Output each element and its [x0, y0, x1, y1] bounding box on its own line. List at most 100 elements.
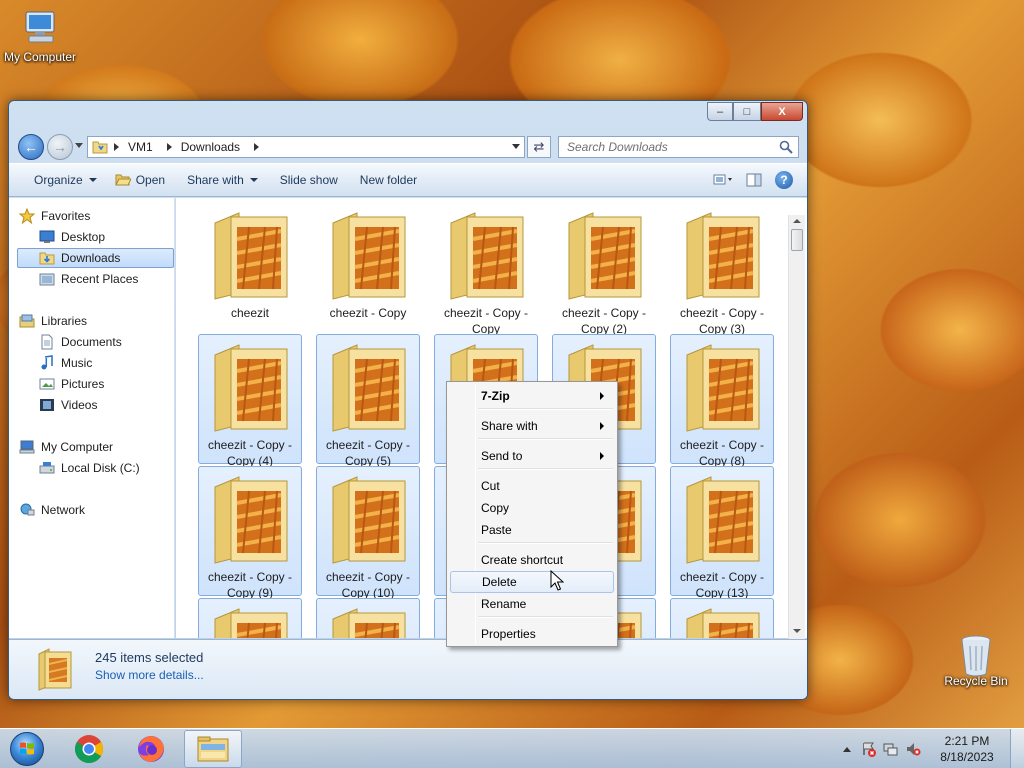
mouse-cursor-icon	[550, 570, 564, 591]
menu-item-send-to[interactable]: Send to	[450, 445, 614, 467]
scroll-up-arrow[interactable]	[793, 219, 801, 223]
desktop-icon-recycle-bin[interactable]: Recycle Bin	[936, 632, 1016, 688]
menu-item-paste[interactable]: Paste	[450, 519, 614, 541]
menu-item-properties[interactable]: Properties	[450, 623, 614, 645]
address-bar[interactable]: VM1 Downloads	[87, 136, 525, 158]
view-controls: ?	[705, 170, 795, 190]
clock[interactable]: 2:21 PM 8/18/2023	[928, 733, 1006, 765]
nav-documents[interactable]: Documents	[39, 332, 122, 352]
folder-label: cheezit - Copy - Copy (9)	[207, 570, 293, 600]
clock-time: 2:21 PM	[944, 734, 990, 748]
search-icon[interactable]	[779, 140, 793, 154]
menu-separator	[478, 542, 613, 544]
breadcrumb-separator[interactable]	[114, 143, 119, 151]
submenu-arrow-icon	[600, 392, 604, 400]
folder-item[interactable]: cheezit - Copy - Copy (8)	[670, 334, 774, 468]
nav-my-computer[interactable]: My Computer	[19, 437, 113, 457]
folder-item[interactable]	[316, 598, 420, 638]
windows-logo-icon	[10, 732, 44, 766]
organize-button[interactable]: Organize	[25, 169, 106, 191]
share-with-button[interactable]: Share with	[178, 169, 267, 191]
nav-videos[interactable]: Videos	[39, 395, 97, 415]
folder-item[interactable]: cheezit - Copy - Copy (4)	[198, 334, 302, 468]
folder-icon	[332, 608, 406, 638]
folder-label: cheezit - Copy - Copy (8)	[679, 438, 765, 468]
menu-item-cut[interactable]: Cut	[450, 475, 614, 497]
help-button[interactable]: ?	[773, 170, 795, 190]
folder-item[interactable]: cheezit	[198, 202, 302, 332]
address-history-dropdown[interactable]	[512, 144, 520, 149]
title-bar[interactable]: – □ X	[9, 101, 807, 131]
folder-item[interactable]: cheezit - Copy - Copy (10)	[316, 466, 420, 600]
nav-music[interactable]: Music	[39, 353, 92, 373]
scroll-thumb[interactable]	[791, 229, 803, 251]
menu-item-label: Delete	[482, 575, 517, 589]
menu-item-label: Rename	[481, 597, 527, 611]
show-desktop-button[interactable]	[1010, 729, 1024, 768]
folder-item[interactable]: cheezit - Copy	[316, 202, 420, 332]
nav-recent-places[interactable]: Recent Places	[39, 269, 138, 289]
breadcrumb-downloads[interactable]: Downloads	[181, 140, 240, 154]
folder-item[interactable]: cheezit - Copy - Copy (2)	[552, 202, 656, 336]
search-input[interactable]: Search Downloads	[558, 136, 799, 158]
preview-pane-icon[interactable]	[743, 170, 765, 190]
folder-label: cheezit - Copy - Copy (5)	[325, 438, 411, 468]
folder-item[interactable]: cheezit - Copy - Copy (9)	[198, 466, 302, 600]
menu-item-label: Properties	[481, 627, 536, 641]
breadcrumb-vm1[interactable]: VM1	[128, 140, 153, 154]
menu-item-share-with[interactable]: Share with	[450, 415, 614, 437]
taskbar-firefox[interactable]	[122, 730, 180, 768]
scroll-down-arrow[interactable]	[793, 629, 801, 633]
view-options-icon[interactable]	[713, 170, 735, 190]
folder-item[interactable]: cheezit - Copy - Copy	[434, 202, 538, 336]
nav-label: Libraries	[41, 314, 88, 328]
maximize-button[interactable]: □	[733, 102, 761, 121]
submenu-arrow-icon	[600, 422, 604, 430]
minimize-button[interactable]: –	[707, 102, 733, 121]
breadcrumb-separator[interactable]	[254, 143, 260, 151]
back-button[interactable]: ←	[18, 134, 44, 160]
show-more-details-link[interactable]: Show more details...	[95, 668, 204, 682]
folder-item[interactable]: cheezit - Copy - Copy (5)	[316, 334, 420, 468]
close-button[interactable]: X	[761, 102, 803, 121]
new-folder-button[interactable]: New folder	[351, 169, 426, 191]
desktop-icon-my-computer[interactable]: My Computer	[0, 8, 80, 64]
breadcrumb-separator[interactable]	[166, 143, 172, 151]
start-button[interactable]	[4, 730, 50, 768]
nav-network[interactable]: Network	[19, 500, 85, 520]
refresh-button[interactable]: ⇄	[527, 136, 551, 158]
recent-pages-dropdown[interactable]	[75, 143, 83, 148]
open-button[interactable]: Open	[106, 169, 174, 191]
folder-label: cheezit - Copy - Copy (10)	[325, 570, 411, 600]
nav-label: Local Disk (C:)	[61, 461, 140, 475]
menu-item-7-zip[interactable]: 7-Zip	[450, 385, 614, 407]
nav-pictures[interactable]: Pictures	[39, 374, 104, 394]
folder-item[interactable]: cheezit - Copy - Copy (3)	[670, 202, 774, 336]
taskbar-chrome[interactable]	[60, 730, 118, 768]
nav-desktop[interactable]: Desktop	[39, 227, 105, 247]
vertical-scrollbar[interactable]	[788, 215, 805, 639]
menu-item-create-shortcut[interactable]: Create shortcut	[450, 549, 614, 571]
nav-favorites[interactable]: Favorites	[19, 206, 90, 226]
folder-label: cheezit - Copy - Copy (4)	[207, 438, 293, 468]
folder-item[interactable]	[198, 598, 302, 638]
menu-item-rename[interactable]: Rename	[450, 593, 614, 615]
volume-muted-icon[interactable]	[904, 741, 922, 757]
folder-item[interactable]: cheezit - Copy - Copy (13)	[670, 466, 774, 600]
show-hidden-icons-button[interactable]	[838, 741, 856, 757]
nav-libraries[interactable]: Libraries	[19, 311, 87, 331]
nav-local-disk[interactable]: Local Disk (C:)	[39, 458, 140, 478]
slide-show-button[interactable]: Slide show	[271, 169, 347, 191]
nav-downloads[interactable]: Downloads	[17, 248, 174, 268]
folder-icon	[214, 212, 288, 300]
taskbar-windows-explorer[interactable]	[184, 730, 242, 768]
details-pane: 245 items selected Show more details...	[9, 639, 807, 699]
folder-label: cheezit - Copy - Copy (2)	[561, 306, 647, 336]
action-center-icon[interactable]	[860, 741, 878, 757]
folder-item[interactable]	[670, 598, 774, 638]
menu-separator	[478, 438, 613, 440]
menu-item-copy[interactable]: Copy	[450, 497, 614, 519]
menu-item-delete[interactable]: Delete	[450, 571, 614, 593]
network-status-icon[interactable]	[882, 741, 900, 757]
forward-button[interactable]: →	[47, 134, 73, 160]
